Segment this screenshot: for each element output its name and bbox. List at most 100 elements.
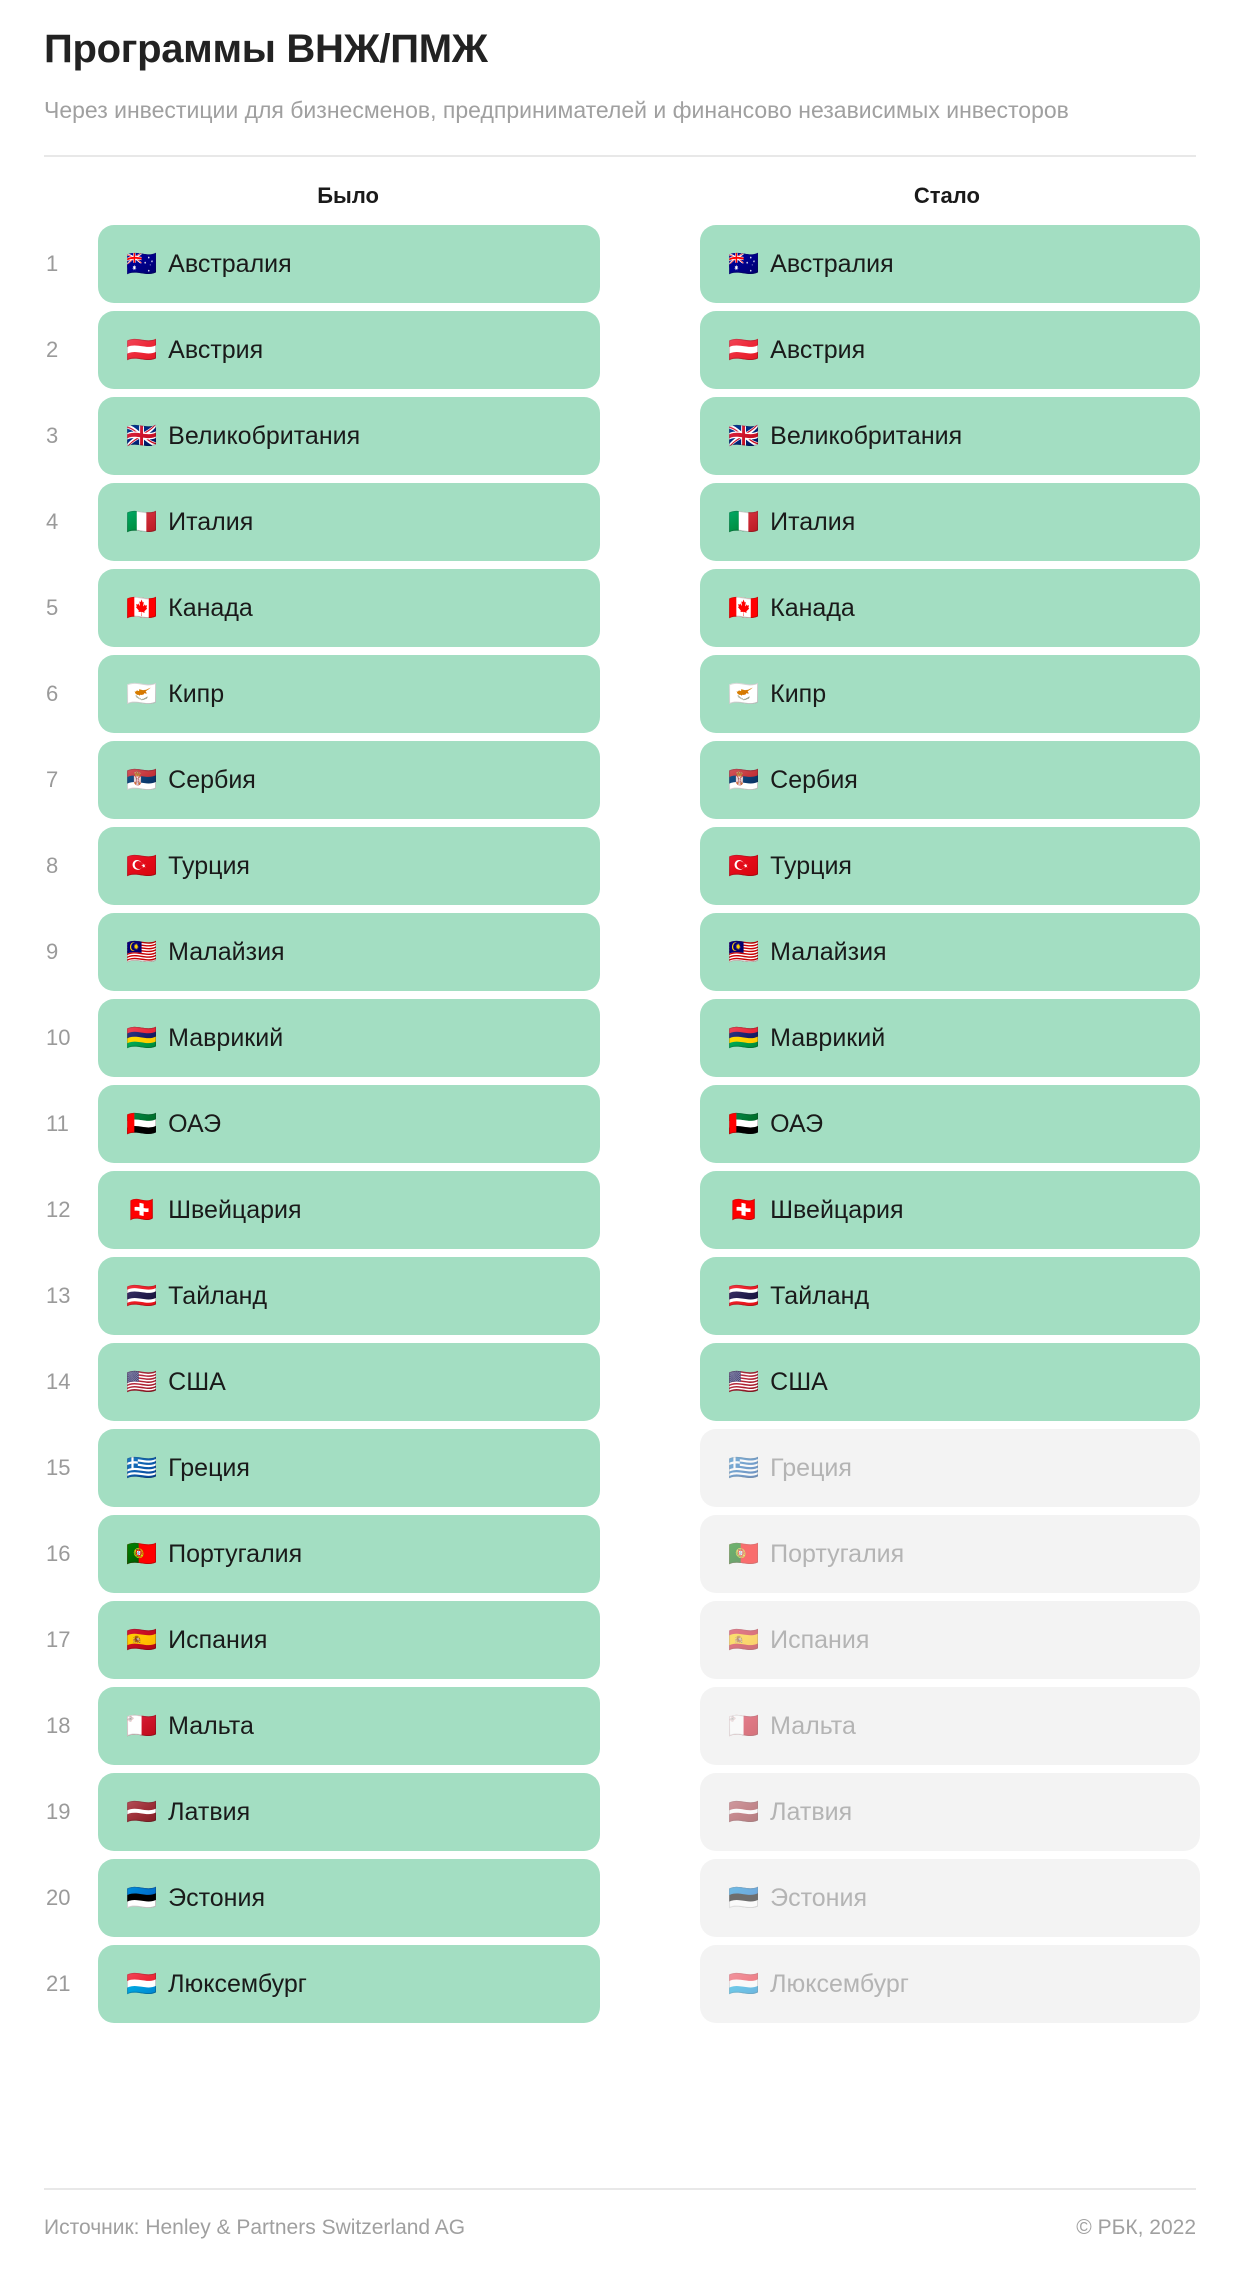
country-pill-right: 🇹🇷 Турция	[700, 827, 1200, 906]
row-rank: 15	[46, 1455, 71, 1481]
table-row: 6 🇨🇾 Кипр 🇨🇾 Кипр	[44, 655, 1200, 734]
table-row: 20 🇪🇪 Эстония 🇪🇪 Эстония	[44, 1859, 1200, 1938]
flag-spain-icon: 🇪🇸	[728, 1625, 760, 1654]
country-name: Люксембург	[168, 1969, 307, 1998]
table-row: 15 🇬🇷 Греция 🇬🇷 Греция	[44, 1429, 1200, 1508]
source-label: Источник: Henley & Partners Switzerland …	[44, 2216, 466, 2239]
flag-estonia-icon: 🇪🇪	[728, 1883, 760, 1912]
flag-cyprus-icon: 🇨🇾	[728, 679, 760, 708]
table-row: 21 🇱🇺 Люксембург 🇱🇺 Люксембург	[44, 1945, 1200, 2024]
country-pill-left: 🇵🇹 Португалия	[98, 1515, 600, 1594]
row-rank: 4	[46, 509, 59, 535]
flag-turkey-icon: 🇹🇷	[126, 851, 158, 880]
country-name: Сербия	[770, 765, 858, 794]
flag-switzerland-icon: 🇨🇭	[728, 1195, 760, 1224]
country-pill-right: 🇵🇹 Португалия	[700, 1515, 1200, 1594]
page-subtitle: Через инвестиции для бизнесменов, предпр…	[44, 97, 1069, 123]
header: Программы ВНЖ/ПМЖ Через инвестиции для б…	[44, 0, 1196, 158]
country-pill-right: 🇨🇭 Швейцария	[700, 1171, 1200, 1250]
row-rank: 11	[46, 1111, 69, 1137]
table-row: 3 🇬🇧 Великобритания 🇬🇧 Великобритания	[44, 397, 1200, 476]
flag-luxembourg-icon: 🇱🇺	[126, 1969, 158, 1998]
table-row: 13 🇹🇭 Тайланд 🇹🇭 Тайланд	[44, 1257, 1200, 1336]
country-name: Люксембург	[770, 1969, 909, 1998]
flag-usa-icon: 🇺🇸	[126, 1367, 158, 1396]
flag-mauritius-icon: 🇲🇺	[728, 1023, 760, 1052]
country-name: ОАЭ	[168, 1109, 222, 1138]
flag-united-kingdom-icon: 🇬🇧	[728, 421, 760, 450]
row-rank: 7	[46, 767, 59, 793]
country-name: Австралия	[770, 249, 894, 278]
table-row: 9 🇲🇾 Малайзия 🇲🇾 Малайзия	[44, 913, 1200, 992]
country-pill-left: 🇱🇺 Люксембург	[98, 1945, 600, 2024]
flag-italy-icon: 🇮🇹	[728, 507, 760, 536]
country-name: Мальта	[770, 1711, 856, 1740]
flag-thailand-icon: 🇹🇭	[728, 1281, 760, 1310]
row-rank: 10	[46, 1025, 71, 1051]
flag-mauritius-icon: 🇲🇺	[126, 1023, 158, 1052]
flag-united-kingdom-icon: 🇬🇧	[126, 421, 158, 450]
row-rank: 3	[46, 423, 59, 449]
row-rank: 18	[46, 1713, 71, 1739]
country-name: Малайзия	[168, 937, 285, 966]
country-name: Великобритания	[168, 421, 361, 450]
flag-usa-icon: 🇺🇸	[728, 1367, 760, 1396]
flag-austria-icon: 🇦🇹	[126, 335, 158, 364]
country-name: Маврикий	[770, 1023, 886, 1052]
table-row: 12 🇨🇭 Швейцария 🇨🇭 Швейцария	[44, 1171, 1200, 1250]
country-pill-left: 🇬🇷 Греция	[98, 1429, 600, 1508]
country-pill-right: 🇲🇺 Маврикий	[700, 999, 1200, 1078]
row-rank: 5	[46, 595, 59, 621]
country-name: Испания	[770, 1625, 870, 1654]
country-name: Турция	[168, 851, 250, 880]
country-pill-left: 🇹🇭 Тайланд	[98, 1257, 600, 1336]
table-row: 2 🇦🇹 Австрия 🇦🇹 Австрия	[44, 311, 1200, 390]
country-pill-right: 🇨🇦 Канада	[700, 569, 1200, 648]
country-pill-right: 🇷🇸 Сербия	[700, 741, 1200, 820]
flag-greece-icon: 🇬🇷	[126, 1453, 158, 1482]
row-rank: 17	[46, 1627, 71, 1653]
flag-australia-icon: 🇦🇺	[728, 249, 760, 278]
flag-estonia-icon: 🇪🇪	[126, 1883, 158, 1912]
country-name: Сербия	[168, 765, 256, 794]
comparison-rows: 1 🇦🇺 Австралия 🇦🇺 Австралия 2 🇦🇹 Австрия 🇦🇹 Австр…	[44, 225, 1200, 2024]
country-name: Швейцария	[770, 1195, 904, 1224]
row-rank: 1	[46, 251, 59, 277]
country-pill-right: 🇪🇸 Испания	[700, 1601, 1200, 1680]
country-pill-right: 🇨🇾 Кипр	[700, 655, 1200, 734]
country-name: Латвия	[168, 1797, 251, 1826]
row-rank: 8	[46, 853, 59, 879]
row-rank: 19	[46, 1799, 71, 1825]
country-name: Австралия	[168, 249, 292, 278]
country-pill-right: 🇱🇺 Люксембург	[700, 1945, 1200, 2024]
flag-italy-icon: 🇮🇹	[126, 507, 158, 536]
country-name: Греция	[770, 1453, 852, 1482]
copyright-label: © РБК, 2022	[1076, 2216, 1196, 2239]
country-pill-right: 🇦🇹 Австрия	[700, 311, 1200, 390]
country-pill-right: 🇬🇧 Великобритания	[700, 397, 1200, 476]
table-row: 10 🇲🇺 Маврикий 🇲🇺 Маврикий	[44, 999, 1200, 1078]
table-row: 18 🇲🇹 Мальта 🇲🇹 Мальта	[44, 1687, 1200, 1766]
table-row: 8 🇹🇷 Турция 🇹🇷 Турция	[44, 827, 1200, 906]
country-name: Маврикий	[168, 1023, 284, 1052]
column-headers: Было Стало	[44, 183, 1196, 209]
country-pill-left: 🇨🇦 Канада	[98, 569, 600, 648]
country-name: Австрия	[168, 335, 264, 364]
country-pill-left: 🇦🇪 ОАЭ	[98, 1085, 600, 1164]
flag-uae-icon: 🇦🇪	[728, 1109, 760, 1138]
country-name: США	[770, 1367, 828, 1396]
country-name: Канада	[770, 593, 855, 622]
country-pill-left: 🇲🇺 Маврикий	[98, 999, 600, 1078]
country-pill-left: 🇮🇹 Италия	[98, 483, 600, 562]
country-pill-left: 🇲🇾 Малайзия	[98, 913, 600, 992]
country-name: Португалия	[770, 1539, 905, 1568]
country-pill-right: 🇺🇸 США	[700, 1343, 1200, 1422]
country-name: Тайланд	[168, 1281, 268, 1310]
table-row: 4 🇮🇹 Италия 🇮🇹 Италия	[44, 483, 1200, 562]
country-name: Швейцария	[168, 1195, 302, 1224]
flag-portugal-icon: 🇵🇹	[728, 1539, 760, 1568]
country-pill-right: 🇦🇺 Австралия	[700, 225, 1200, 304]
country-pill-left: 🇪🇪 Эстония	[98, 1859, 600, 1938]
page-title: Программы ВНЖ/ПМЖ	[44, 27, 488, 71]
country-name: Кипр	[770, 679, 827, 708]
